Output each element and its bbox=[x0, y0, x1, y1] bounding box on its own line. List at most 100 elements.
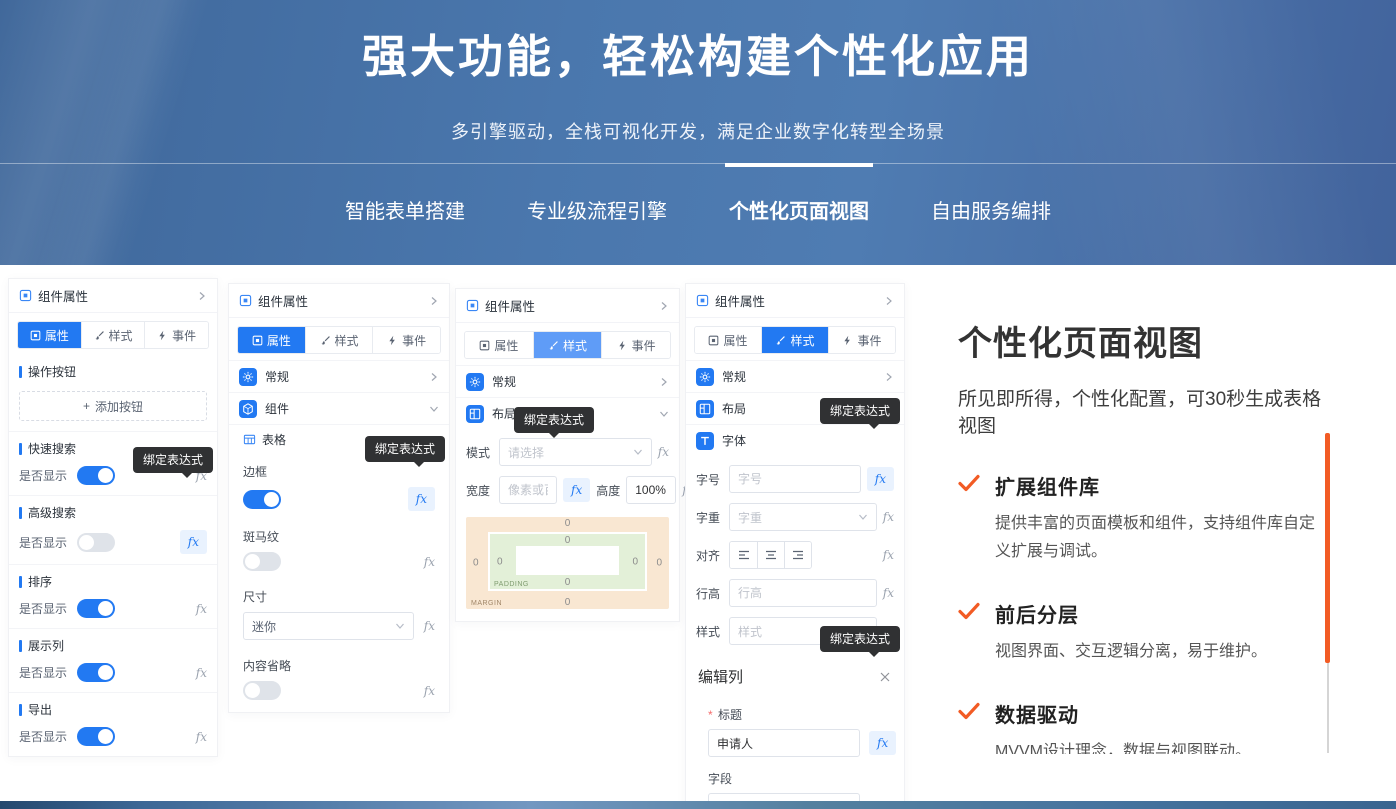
toggle-off[interactable] bbox=[77, 533, 115, 552]
brush-icon bbox=[320, 335, 331, 346]
fx-button[interactable]: fx bbox=[196, 666, 207, 680]
box-model-diagram: 0 0 0 0 MARGIN 0 0 0 0 PADDING bbox=[466, 517, 669, 609]
section-export: 导出 是否显示 fx bbox=[9, 692, 217, 756]
line-height-row: 行高 fx bbox=[686, 574, 904, 612]
chevron-right-icon[interactable] bbox=[884, 296, 894, 306]
group-general[interactable]: 常规 bbox=[456, 365, 679, 397]
properties-icon bbox=[708, 335, 719, 346]
fx-button[interactable]: fx bbox=[658, 445, 669, 459]
fx-button-active[interactable]: fx bbox=[563, 478, 590, 502]
title-field-row: fx bbox=[708, 729, 892, 761]
check-icon bbox=[958, 599, 980, 666]
fx-button-active[interactable]: fx bbox=[867, 467, 894, 491]
panel-header: 组件属性 bbox=[229, 284, 449, 318]
tab-properties[interactable]: 属性 bbox=[465, 332, 533, 358]
toggle-row: 是否显示 fx bbox=[9, 657, 217, 692]
fx-button[interactable]: fx bbox=[196, 602, 207, 616]
close-icon[interactable] bbox=[878, 670, 892, 684]
tab-event[interactable]: 事件 bbox=[144, 322, 208, 348]
brush-icon bbox=[94, 330, 105, 341]
tab-properties[interactable]: 属性 bbox=[18, 322, 81, 348]
tab-style[interactable]: 样式 bbox=[761, 327, 828, 353]
title-field-label: * 标题 bbox=[708, 697, 892, 729]
properties-icon bbox=[30, 330, 41, 341]
tab-service-orchestration[interactable]: 自由服务编排 bbox=[929, 187, 1053, 232]
feature-tabs: 智能表单搭建 专业级流程引擎 个性化页面视图 自由服务编排 bbox=[0, 187, 1396, 232]
title-input[interactable] bbox=[708, 729, 860, 757]
field-label-ellipsis: 内容省略 bbox=[229, 648, 449, 676]
tab-smart-form[interactable]: 智能表单搭建 bbox=[343, 187, 467, 232]
chevron-down-icon bbox=[429, 404, 439, 414]
section-title: 高级搜索 bbox=[9, 496, 217, 524]
tab-style[interactable]: 样式 bbox=[81, 322, 145, 348]
toggle-on[interactable] bbox=[77, 599, 115, 618]
section-title: 展示列 bbox=[9, 629, 217, 657]
tab-event[interactable]: 事件 bbox=[372, 327, 440, 353]
fx-button-active[interactable]: fx bbox=[869, 731, 896, 755]
group-general[interactable]: 常规 bbox=[686, 360, 904, 392]
font-size-row: 字号 fx bbox=[686, 460, 904, 498]
chevron-right-icon[interactable] bbox=[659, 301, 669, 311]
lightning-icon bbox=[842, 335, 853, 346]
toggle-on[interactable] bbox=[77, 663, 115, 682]
component-icon bbox=[19, 289, 32, 302]
fx-button-active[interactable]: fx bbox=[408, 487, 435, 511]
check-icon bbox=[958, 471, 980, 566]
properties-icon bbox=[479, 340, 490, 351]
lightning-icon bbox=[387, 335, 398, 346]
tab-properties[interactable]: 属性 bbox=[238, 327, 305, 353]
bind-expression-tooltip: 绑定表达式 bbox=[133, 447, 213, 473]
field-key-label: 字段 bbox=[708, 761, 892, 793]
group-general[interactable]: 常规 bbox=[229, 360, 449, 392]
section-title: 导出 bbox=[9, 693, 217, 721]
font-weight-select[interactable]: 字重 bbox=[729, 503, 877, 531]
align-left-button[interactable] bbox=[730, 542, 757, 568]
select-row: 迷你 fx bbox=[229, 607, 449, 648]
tab-style[interactable]: 样式 bbox=[533, 332, 602, 358]
tab-process-engine[interactable]: 专业级流程引擎 bbox=[525, 187, 669, 232]
width-input[interactable] bbox=[499, 476, 557, 504]
toggle-on[interactable] bbox=[243, 490, 281, 509]
fx-button[interactable]: fx bbox=[424, 555, 435, 569]
toggle-off[interactable] bbox=[243, 681, 281, 700]
property-panel-table: 组件属性 属性 样式 事件 常规 组件 bbox=[228, 283, 450, 713]
fx-button[interactable]: fx bbox=[883, 548, 894, 562]
font-size-input[interactable] bbox=[729, 465, 861, 493]
gear-icon bbox=[696, 368, 714, 386]
tab-properties[interactable]: 属性 bbox=[695, 327, 761, 353]
add-button[interactable]: + 添加按钮 bbox=[19, 391, 207, 421]
content-area bbox=[516, 546, 619, 575]
fx-button[interactable]: fx bbox=[196, 730, 207, 744]
group-component[interactable]: 组件 bbox=[229, 392, 449, 424]
fx-button[interactable]: fx bbox=[883, 510, 894, 524]
fx-button[interactable]: fx bbox=[424, 619, 435, 633]
tab-event[interactable]: 事件 bbox=[601, 332, 670, 358]
toggle-off[interactable] bbox=[243, 552, 281, 571]
chevron-right-icon[interactable] bbox=[429, 296, 439, 306]
field-label-size: 尺寸 bbox=[229, 579, 449, 607]
section-action-buttons: 操作按钮 + 添加按钮 bbox=[9, 355, 217, 421]
bottom-accent-bar bbox=[0, 801, 1396, 809]
scrollbar-thumb[interactable] bbox=[1325, 433, 1330, 663]
fx-button[interactable]: fx bbox=[424, 684, 435, 698]
component-icon bbox=[239, 294, 252, 307]
tab-page-view[interactable]: 个性化页面视图 bbox=[727, 187, 871, 232]
height-input[interactable] bbox=[626, 476, 676, 504]
hero-banner: 强大功能，轻松构建个性化应用 多引擎驱动，全栈可视化开发，满足企业数字化转型全场… bbox=[0, 0, 1396, 265]
size-select[interactable]: 迷你 bbox=[243, 612, 414, 640]
toggle-on[interactable] bbox=[77, 727, 115, 746]
chevron-right-icon[interactable] bbox=[197, 291, 207, 301]
align-right-button[interactable] bbox=[784, 542, 811, 568]
mode-select[interactable]: 请选择 bbox=[499, 438, 652, 466]
tab-event[interactable]: 事件 bbox=[828, 327, 895, 353]
panel-header: 组件属性 bbox=[456, 289, 679, 323]
toggle-on[interactable] bbox=[77, 466, 115, 485]
feature-item: 数据驱动 MVVM设计理念，数据与视图联动。 bbox=[958, 699, 1330, 754]
fx-button-active[interactable]: fx bbox=[180, 530, 207, 554]
panel-tab-group: 属性 样式 事件 bbox=[464, 331, 671, 359]
panel-title: 组件属性 bbox=[485, 296, 535, 315]
align-center-button[interactable] bbox=[757, 542, 784, 568]
line-height-input[interactable] bbox=[729, 579, 877, 607]
tab-style[interactable]: 样式 bbox=[305, 327, 373, 353]
fx-button[interactable]: fx bbox=[883, 586, 894, 600]
